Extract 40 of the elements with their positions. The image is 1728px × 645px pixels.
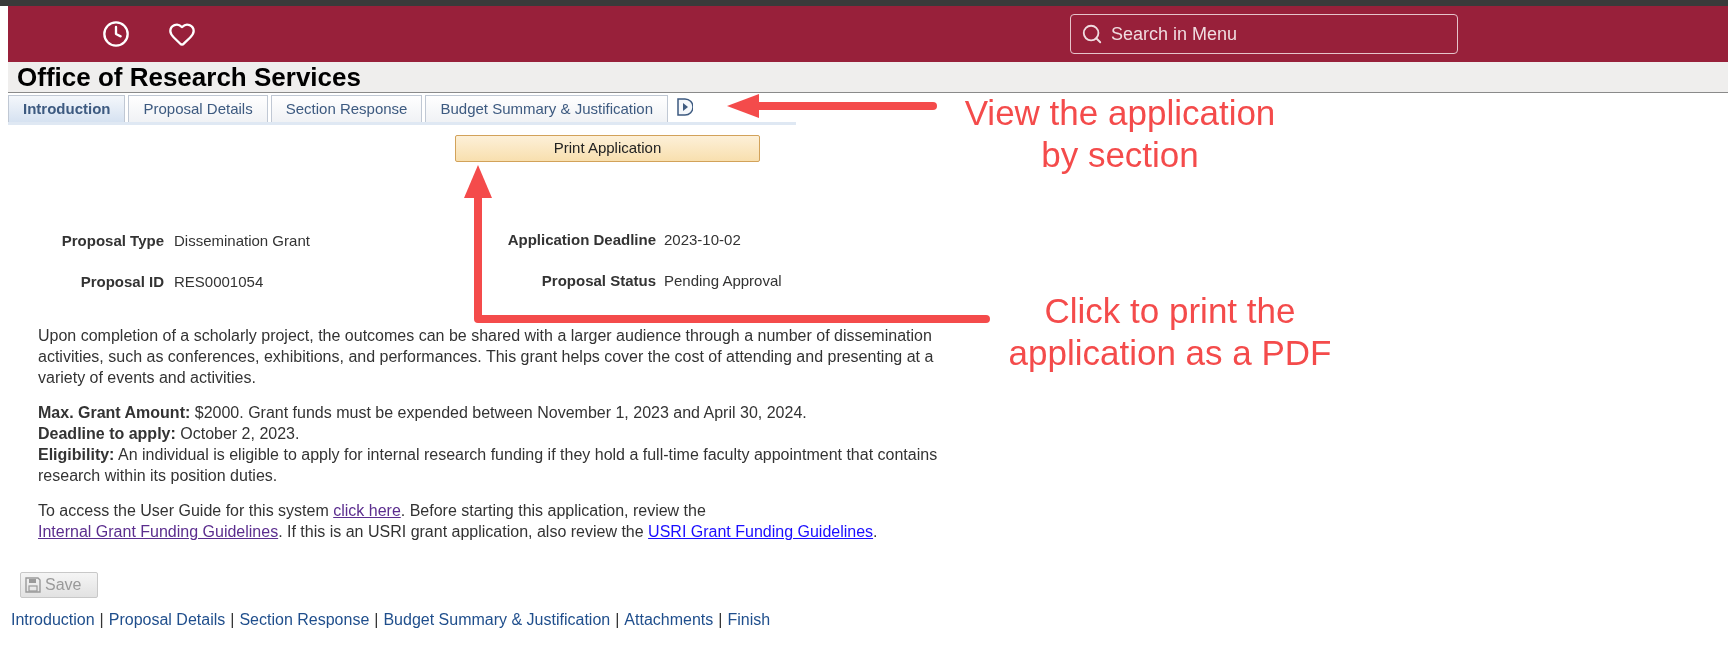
field-value: Dissemination Grant — [174, 231, 311, 251]
field-label: Proposal Status — [540, 271, 656, 291]
footer-link[interactable]: Section Response — [239, 608, 370, 632]
field-value: RES0001054 — [174, 271, 265, 292]
footer-link[interactable]: Finish — [727, 608, 771, 632]
detail-line: Max. Grant Amount: $2000. Grant funds must be expended between November 1, 2023 and April 30, 2024. — [38, 403, 808, 423]
guide-paragraph: To access the User Guide for this system click here. Before starting this application, review the Internal Grant Funding Guidelines. If this is an USRI grant application, also review the USRI Grant Funding Guidelines. — [38, 501, 879, 542]
field-label: Proposal ID — [79, 271, 164, 292]
favorites-icon[interactable] — [168, 20, 196, 48]
field-label: Proposal Type — [60, 231, 164, 251]
detail-line: Deadline to apply: October 2, 2023. — [38, 424, 301, 444]
tab[interactable]: Budget Summary & Justification — [425, 95, 669, 122]
next-tab-icon[interactable] — [677, 98, 694, 116]
tab[interactable]: Introduction — [8, 95, 126, 122]
footer-link[interactable]: Attachments — [624, 608, 714, 632]
history-icon[interactable] — [102, 20, 130, 48]
print-application-button[interactable]: Print Application — [455, 135, 760, 162]
separator: | — [615, 610, 620, 630]
footer-link[interactable]: Budget Summary & Justification — [383, 608, 611, 632]
separator: | — [374, 610, 379, 630]
field-value: Pending Approval — [664, 271, 782, 291]
search-icon — [1081, 23, 1103, 45]
detail-line: Eligibility: An individual is eligible to apply for internal research funding if they hold a full-time faculty appointment that contains research within its position duties. — [38, 445, 938, 486]
guide-link[interactable]: Internal Grant Funding Guidelines — [38, 523, 279, 540]
footer-link[interactable]: Introduction — [11, 608, 95, 632]
search-input[interactable]: Search in Menu — [1111, 20, 1447, 48]
separator: | — [718, 610, 723, 630]
annotation-text: Click to print the application as a PDF — [1007, 290, 1333, 374]
page-title: Office of Research Services — [17, 62, 361, 92]
footer-link[interactable]: Proposal Details — [108, 608, 226, 632]
field-label: Application Deadline — [506, 229, 656, 250]
separator: | — [230, 610, 235, 630]
search-field[interactable]: Search in Menu — [1070, 14, 1458, 54]
guide-link[interactable]: click here — [333, 502, 401, 519]
tab[interactable]: Proposal Details — [128, 95, 268, 122]
annotation-text: View the application by section — [963, 92, 1277, 176]
description-paragraph: Upon completion of a scholarly project, the outcomes can be shared with a larger audience through a number of dissemination activities, such as conferences, exhibitions, and performances. This grant helps cover the cost of attending and presenting at a variety of events and activities. — [38, 326, 935, 388]
separator: | — [99, 610, 104, 630]
field-value: 2023-10-02 — [664, 229, 742, 250]
tab[interactable]: Section Response — [270, 95, 423, 122]
